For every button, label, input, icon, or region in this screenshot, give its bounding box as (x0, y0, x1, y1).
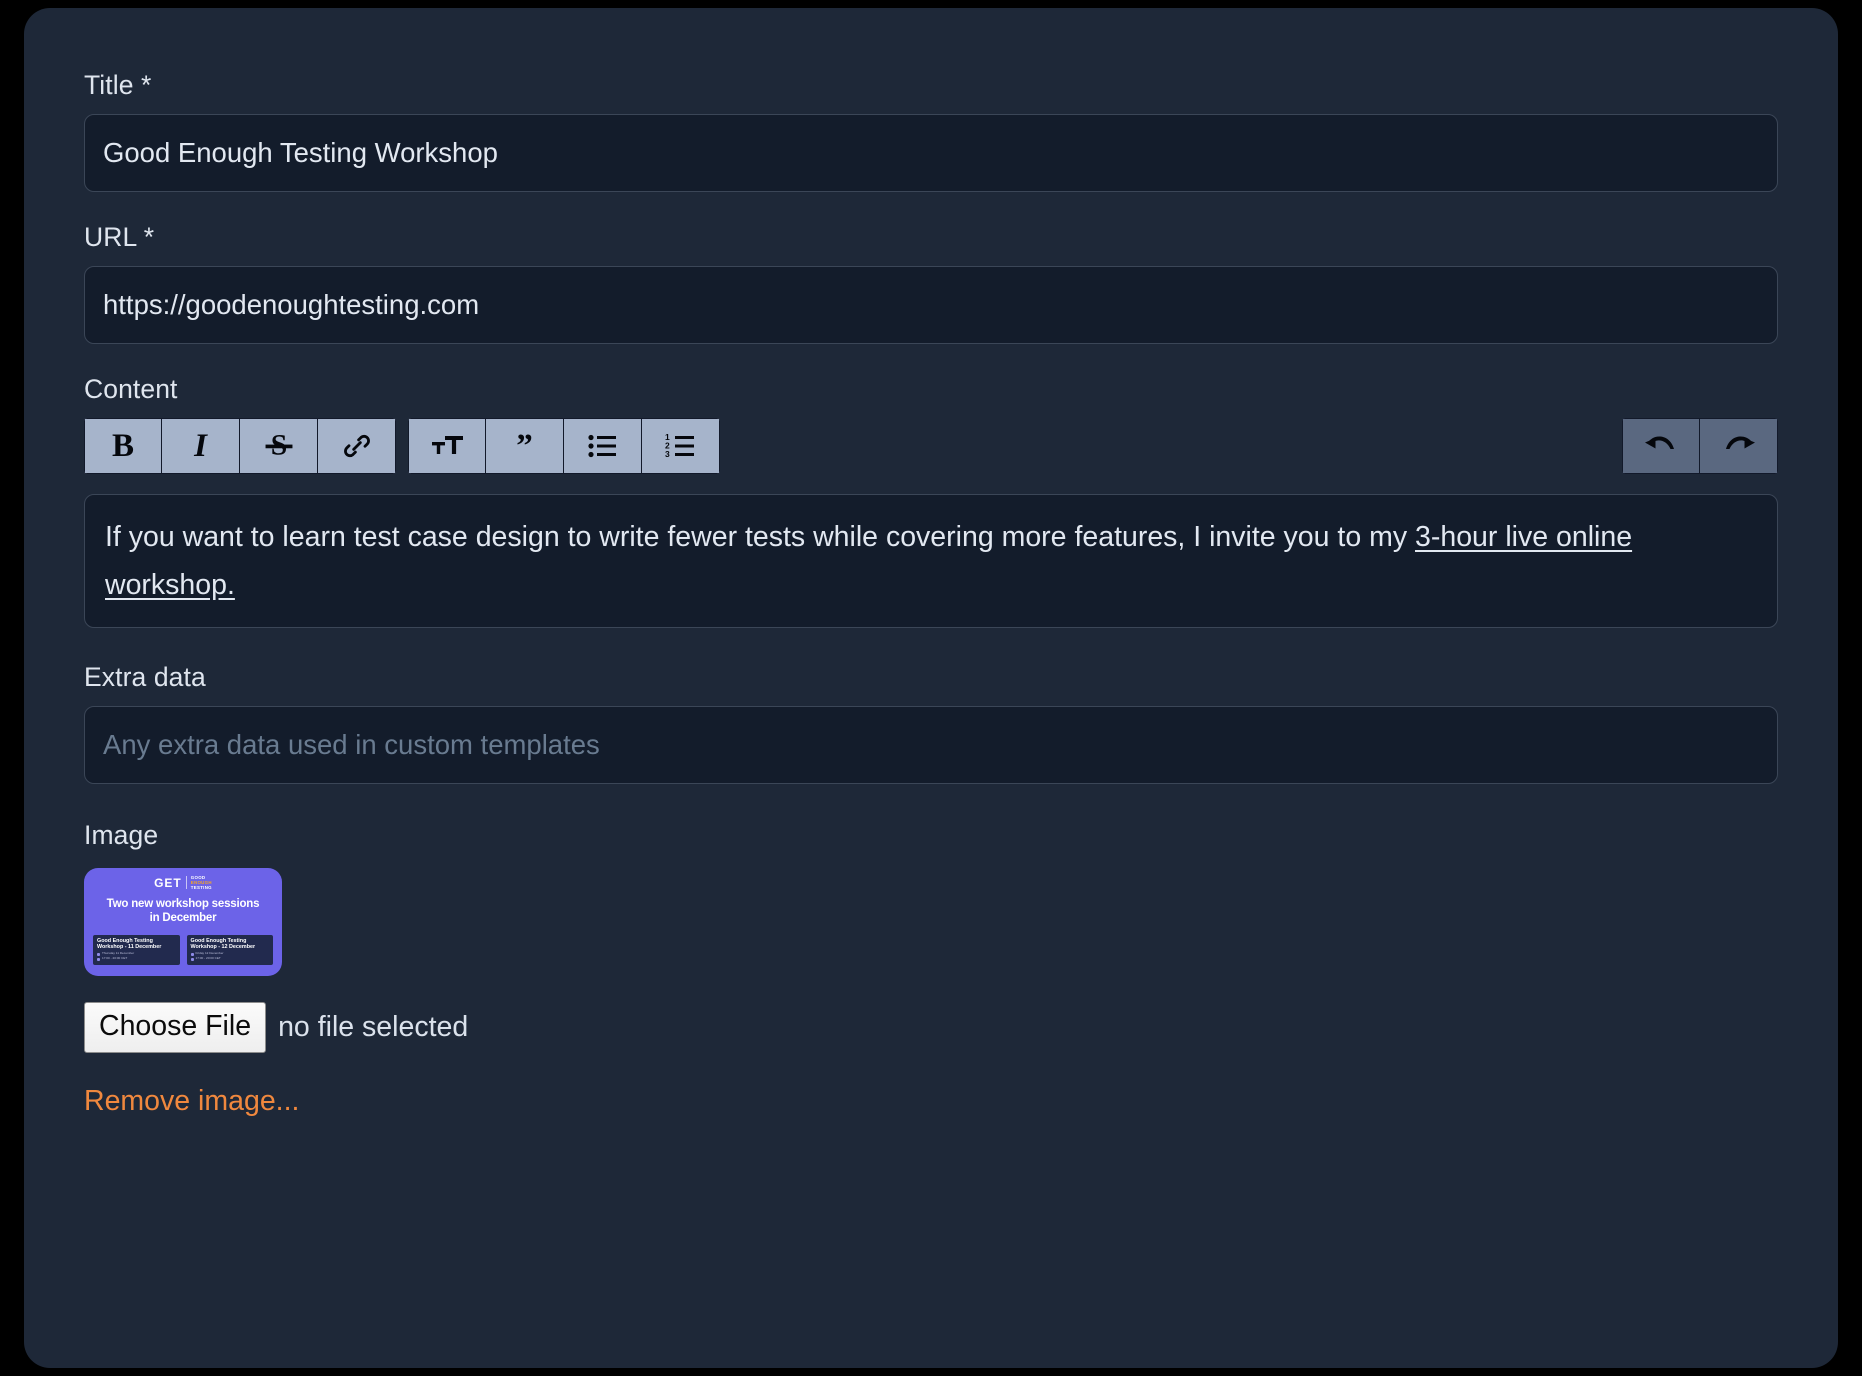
image-label: Image (84, 820, 159, 850)
session-card-time-row: 17:00 - 20:00 CET (190, 956, 270, 961)
italic-button[interactable]: I (162, 418, 240, 474)
headline-line-2: in December (149, 912, 217, 924)
content-field-group: Content B I S (84, 374, 1778, 628)
logo-line-testing: TESTING (190, 885, 212, 891)
bold-button[interactable]: B (84, 418, 162, 474)
italic-icon: I (194, 427, 207, 464)
strikethrough-button[interactable]: S (240, 418, 318, 474)
content-text: If you want to learn test case design to… (105, 521, 1416, 553)
blockquote-button[interactable]: ” (486, 418, 564, 474)
calendar-icon (190, 952, 194, 956)
thumbnail-headline: Two new workshop sessions in December (92, 897, 274, 925)
ordered-list-icon: 1 2 3 (664, 433, 698, 459)
link-icon (341, 430, 373, 462)
extra-data-label: Extra data (84, 662, 206, 692)
thumbnail-session-cards: Good Enough Testing Workshop - 11 Decemb… (93, 934, 273, 965)
session-card-title: Good Enough Testing Workshop - 12 Decemb… (190, 937, 256, 951)
session-card-time: 17:00 - 20:00 CET (195, 956, 221, 961)
file-status-text: no file selected (278, 1011, 469, 1043)
image-thumbnail: GET GOOD ENOUGH TESTING Two new workshop… (84, 868, 282, 976)
session-card-time: 17:00 - 20:00 CET (102, 956, 128, 961)
session-card-date-row: Thursday 11 December (97, 952, 176, 956)
session-card-title: Good Enough Testing Workshop - 11 Decemb… (97, 937, 162, 951)
link-button[interactable] (318, 418, 396, 474)
redo-button[interactable] (1700, 418, 1778, 474)
undo-button[interactable] (1622, 418, 1700, 474)
session-card-date: Thursday 11 December (102, 951, 135, 956)
heading-icon (429, 431, 465, 461)
extra-data-input[interactable]: Any extra data used in custom templates (84, 706, 1778, 784)
file-picker-row: Choose File no file selected (84, 1002, 1778, 1053)
toolbar-group-history (1622, 418, 1778, 474)
choose-file-button[interactable]: Choose File (84, 1002, 267, 1053)
bullet-list-icon (587, 433, 619, 459)
editor-toolbar: B I S (84, 418, 1778, 476)
image-preview: GET GOOD ENOUGH TESTING Two new workshop… (84, 868, 282, 976)
post-form: Title * Good Enough Testing Workshop URL… (84, 70, 1778, 1148)
session-card: Good Enough Testing Workshop - 11 Decemb… (93, 934, 180, 965)
logo-wordmark: GOOD ENOUGH TESTING (191, 875, 212, 891)
heading-button[interactable] (408, 418, 486, 474)
session-card-date-row: Friday 12 December (190, 951, 270, 956)
headline-line-1: Two new workshop sessions (106, 898, 260, 910)
session-card-date: Friday 12 December (195, 951, 224, 956)
title-input[interactable]: Good Enough Testing Workshop (84, 114, 1778, 192)
clock-icon (97, 957, 100, 961)
session-card-time-row: 17:00 - 20:00 CET (97, 957, 176, 961)
strikethrough-icon: S (262, 429, 296, 463)
content-editor[interactable]: If you want to learn test case design to… (84, 494, 1778, 628)
url-field-group: URL * https://goodenoughtesting.com (84, 222, 1778, 344)
toolbar-group-format: B I S (84, 418, 396, 474)
quote-icon: ” (516, 427, 533, 464)
image-field-group: Image GET GOOD ENOUGH TESTING Two new wo… (84, 820, 1778, 1118)
toolbar-group-block: ” 1 2 3 (408, 418, 720, 474)
get-logo: GET GOOD ENOUGH TESTING (84, 875, 282, 891)
clock-icon (190, 957, 194, 961)
bullet-list-button[interactable] (564, 418, 642, 474)
undo-icon (1643, 432, 1679, 460)
url-label: URL * (84, 222, 155, 252)
bold-icon: B (111, 427, 134, 464)
content-label: Content (84, 374, 178, 404)
logo-divider (185, 876, 187, 890)
logo-mark: GET (154, 875, 182, 890)
post-editor-card: Title * Good Enough Testing Workshop URL… (24, 8, 1838, 1368)
title-label: Title * (84, 70, 152, 100)
extra-data-field-group: Extra data Any extra data used in custom… (84, 662, 1778, 784)
url-input[interactable]: https://goodenoughtesting.com (84, 266, 1778, 344)
calendar-icon (97, 952, 100, 956)
title-field-group: Title * Good Enough Testing Workshop (84, 70, 1778, 192)
remove-image-link[interactable]: Remove image... (84, 1085, 299, 1118)
ordered-list-button[interactable]: 1 2 3 (642, 418, 720, 474)
session-card: Good Enough Testing Workshop - 12 Decemb… (186, 934, 273, 965)
svg-text:3: 3 (665, 449, 670, 459)
redo-icon (1721, 432, 1757, 460)
